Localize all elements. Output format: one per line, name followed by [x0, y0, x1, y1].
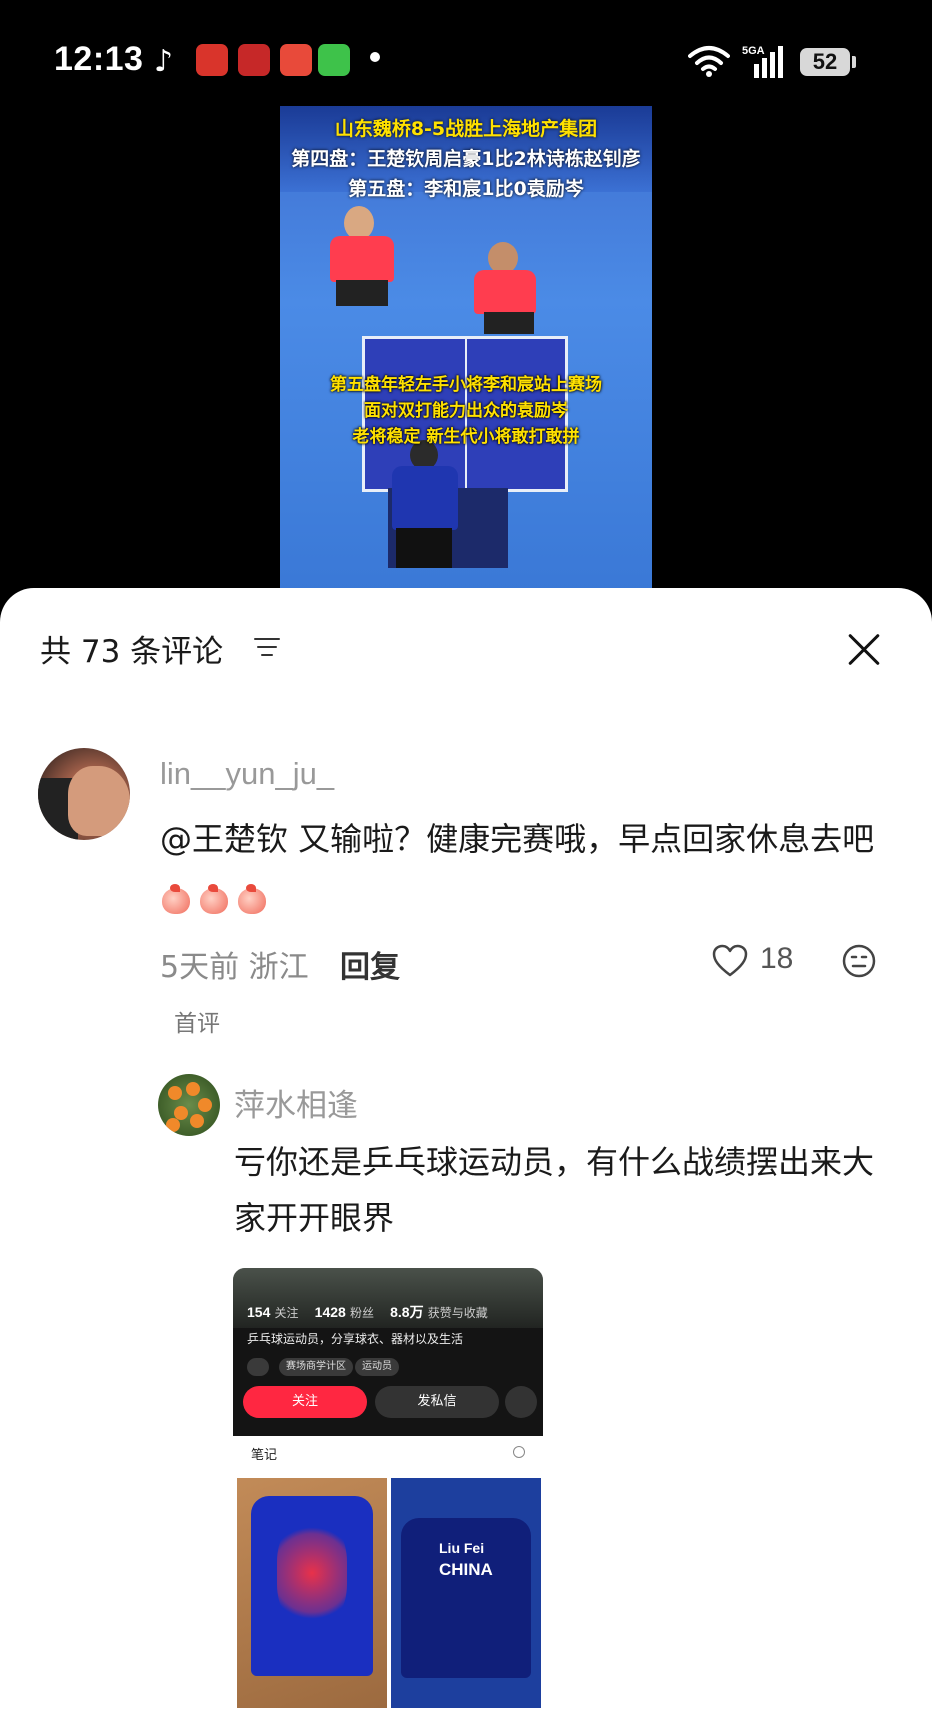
video-player[interactable]: 山东魏桥8-5战胜上海地产集团 第四盘：王楚钦周启豪1比2林诗栋赵钊彦 第五盘：… [280, 106, 652, 596]
jersey-name: Liu Fei [439, 1540, 485, 1556]
svg-text:5GA: 5GA [742, 45, 765, 57]
dragon-pattern [277, 1518, 347, 1628]
app-notification-icon [238, 44, 270, 76]
comment-text-content: @王楚钦 又输啦？健康完赛哦，早点回家休息去吧 [160, 820, 875, 858]
close-icon[interactable] [846, 632, 882, 668]
more-notifications-dot [370, 52, 380, 62]
status-bar: 12:13 ♪ 5GA 52 [0, 0, 932, 120]
profile-bio: 乒乓球运动员，分享球衣、器材以及生活 [247, 1332, 464, 1346]
comments-sheet: 共 73 条评论 lin__yun_ju_ @王楚钦 又输啦？健康完赛哦，早点回… [0, 588, 932, 1709]
peach-emoji-icon [236, 884, 268, 914]
clock: 12:13 [54, 40, 144, 78]
video-subline: 第五盘：李和宸1比0袁励岑 [348, 178, 584, 200]
peach-emoji-icon [198, 884, 230, 914]
user-icon [505, 1386, 537, 1418]
video-caption: 面对双打能力出众的袁励岑 [364, 401, 568, 421]
comment-time-location: 5天前 浙江 [160, 950, 309, 985]
comments-count-title: 共 73 条评论 [40, 634, 224, 670]
reply-button[interactable]: 回复 [340, 942, 400, 986]
first-comment-tag: 首评 [174, 1011, 220, 1037]
likes-label: 获赞与收藏 [427, 1306, 488, 1320]
comment-attached-image[interactable]: 154 关注 1428 粉丝 8.8万 获赞与收藏 乒乓球运动员，分享球衣、器材… [233, 1268, 543, 1708]
profile-stats: 154 关注 1428 粉丝 8.8万 获赞与收藏 [247, 1302, 500, 1322]
video-caption: 第五盘年轻左手小将李和宸站上赛场 [330, 375, 602, 395]
battery-indicator: 52 [800, 48, 850, 76]
likes-count: 8.8万 [390, 1304, 424, 1320]
video-caption: 老将稳定 新生代小将敢打敢拼 [352, 427, 580, 447]
profile-screenshot: 154 关注 1428 粉丝 8.8万 获赞与收藏 乒乓球运动员，分享球衣、器材… [233, 1268, 543, 1436]
wifi-icon [688, 46, 730, 77]
avatar[interactable] [38, 748, 130, 840]
follow-button: 关注 [243, 1386, 367, 1418]
avatar[interactable] [158, 1074, 220, 1136]
like-count: 18 [760, 942, 794, 975]
profile-chip [247, 1358, 269, 1376]
message-button: 发私信 [375, 1386, 499, 1418]
shield-notification-icon [318, 44, 350, 76]
profile-chip: 运动员 [355, 1358, 399, 1376]
comment-text: @王楚钦 又输啦？健康完赛哦，早点回家休息去吧 [160, 810, 880, 926]
dislike-face-icon[interactable] [842, 944, 876, 978]
filter-lines-icon[interactable] [254, 636, 280, 658]
jersey-photo: Liu Fei CHINA [391, 1478, 541, 1708]
tiktok-notification-icon: ♪ [154, 44, 174, 79]
notes-bar: 笔记 [233, 1436, 543, 1470]
follow-label: 关注 [274, 1306, 299, 1320]
battery-tip [852, 56, 856, 68]
peach-emoji-icon [160, 884, 192, 914]
jersey-photo [237, 1478, 387, 1708]
jersey-country: CHINA [439, 1560, 493, 1579]
fans-count: 1428 [314, 1304, 346, 1320]
comment-username[interactable]: 萍水相逢 [234, 1080, 358, 1125]
cellular-signal-icon: 5GA [742, 45, 783, 78]
follow-count: 154 [247, 1304, 271, 1320]
app-notification-icon [280, 44, 312, 76]
video-subline: 第四盘：王楚钦周启豪1比2林诗栋赵钊彦 [291, 148, 641, 170]
app-notification-icon [196, 44, 228, 76]
search-icon [513, 1446, 525, 1458]
fans-label: 粉丝 [349, 1306, 374, 1320]
comment-text: 亏你还是乒乓球运动员，有什么战绩摆出来大家开开眼界 [234, 1143, 875, 1237]
video-headline: 山东魏桥8-5战胜上海地产集团 [334, 118, 598, 140]
heart-icon[interactable] [712, 944, 748, 978]
comment-username[interactable]: lin__yun_ju_ [160, 756, 334, 792]
notes-label: 笔记 [251, 1448, 278, 1463]
profile-chip: 赛场商学计区 [279, 1358, 353, 1376]
